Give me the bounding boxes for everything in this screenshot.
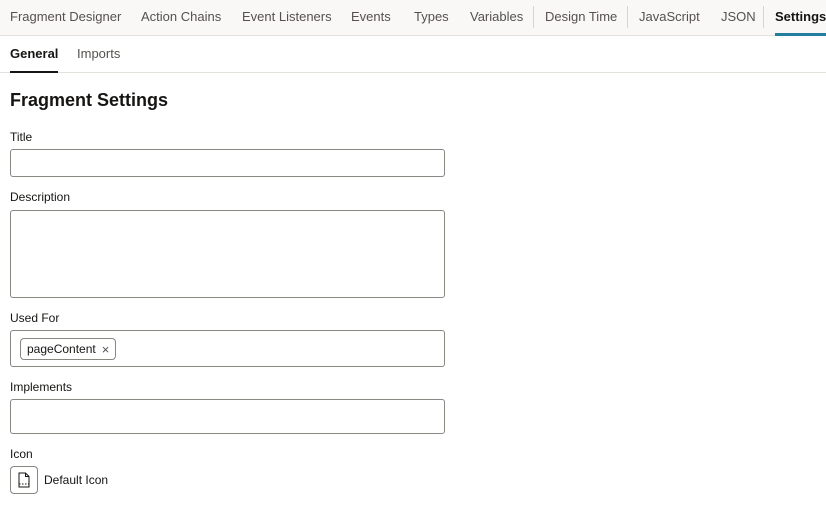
tab-fragment-designer[interactable]: Fragment Designer (10, 0, 121, 35)
icon-name-label: Default Icon (44, 473, 109, 487)
tab-types[interactable]: Types (414, 0, 449, 35)
implements-label: Implements (10, 380, 73, 394)
sub-tab-bar: General Imports (0, 36, 826, 73)
tab-divider (533, 6, 534, 28)
tab-divider (627, 6, 628, 28)
chip-label: pageContent (27, 342, 96, 356)
title-label: Title (10, 130, 33, 144)
implements-input[interactable] (10, 399, 445, 434)
tab-settings[interactable]: Settings (775, 0, 826, 36)
tab-events[interactable]: Events (351, 0, 391, 35)
description-label: Description (10, 190, 71, 204)
top-tab-bar: Fragment Designer Action Chains Event Li… (0, 0, 826, 36)
page-title: Fragment Settings (10, 90, 169, 110)
tab-variables[interactable]: Variables (470, 0, 523, 35)
icon-picker-button[interactable] (10, 466, 38, 494)
icon-label: Icon (10, 447, 33, 461)
used-for-select[interactable]: pageContent × (10, 330, 445, 367)
title-input[interactable] (10, 149, 445, 177)
tab-javascript[interactable]: JavaScript (639, 0, 700, 35)
tab-imports[interactable]: Imports (77, 36, 120, 72)
tab-design-time[interactable]: Design Time (545, 0, 617, 35)
description-textarea[interactable] (10, 210, 445, 298)
tab-event-listeners[interactable]: Event Listeners (242, 0, 332, 35)
tab-general[interactable]: General (10, 36, 59, 73)
used-for-label: Used For (10, 311, 60, 325)
tab-action-chains[interactable]: Action Chains (141, 0, 221, 35)
used-for-chip: pageContent × (20, 338, 117, 360)
chip-remove-icon[interactable]: × (102, 343, 110, 356)
tab-divider (763, 6, 764, 28)
document-icon (18, 472, 30, 488)
tab-json[interactable]: JSON (721, 0, 756, 35)
